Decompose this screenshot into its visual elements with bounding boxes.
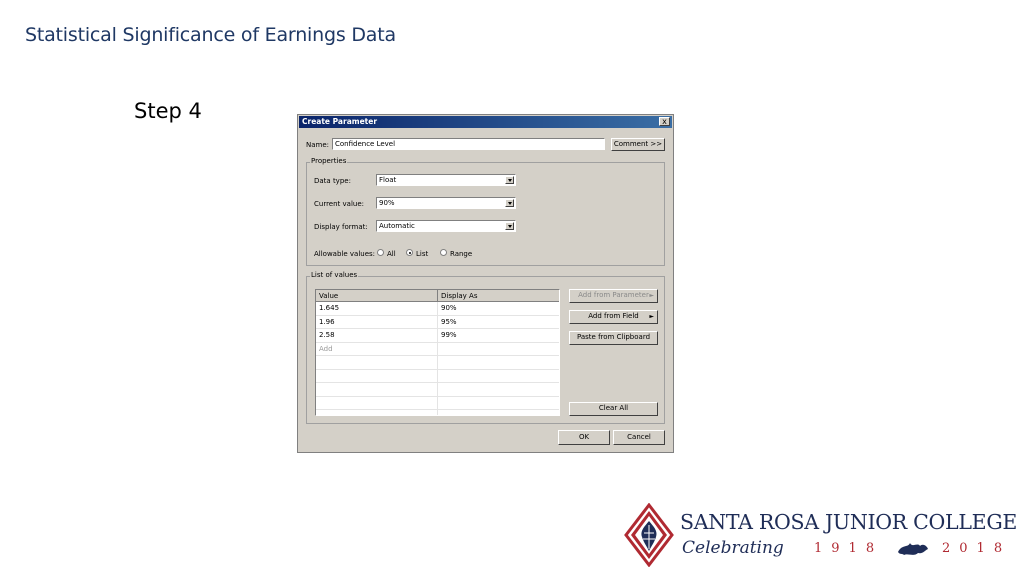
paste-from-clipboard-button[interactable]: Paste from Clipboard [569,331,658,345]
data-type-label: Data type: [314,177,351,185]
values-table[interactable]: Value Display As 1.645 90% 1.96 95% 2.58… [315,289,560,416]
close-icon: x [662,117,667,126]
comment-button[interactable]: Comment >> [611,138,665,151]
caret-right-icon: ► [649,292,654,299]
current-value-select[interactable]: 90% [376,197,516,209]
table-row-add[interactable]: Add [316,343,559,356]
year-end: 2018 [942,541,1012,556]
radio-list-label: List [416,250,429,258]
table-row[interactable]: 1.645 90% [316,302,559,316]
display-format-value: Automatic [379,222,415,230]
add-from-parameter-button[interactable]: Add from Parameter ► [569,289,658,303]
radio-all[interactable] [377,249,384,256]
celebrating-text: Celebrating [682,538,784,558]
oak-leaf-icon [898,543,928,555]
radio-list[interactable] [406,249,413,256]
cell-value: 1.96 [319,317,335,326]
table-header: Value Display As [316,290,559,302]
slide-title: Statistical Significance of Earnings Dat… [25,24,396,46]
cell-value: 1.645 [319,304,340,312]
close-button[interactable]: x [659,117,670,126]
data-type-select[interactable]: Float [376,174,516,186]
caret-right-icon: ► [649,313,654,320]
name-input[interactable]: Confidence Level [332,138,605,150]
cell-display: 90% [441,304,457,312]
ok-button[interactable]: OK [558,430,610,445]
add-from-parameter-label: Add from Parameter [578,291,649,299]
clear-all-button[interactable]: Clear All [569,402,658,416]
table-row-empty [316,356,559,370]
add-from-field-button[interactable]: Add from Field ► [569,310,658,324]
name-value: Confidence Level [335,140,396,148]
radio-all-label: All [387,250,396,258]
cell-display: 99% [441,331,457,339]
table-row[interactable]: 2.58 99% [316,329,559,343]
table-row-empty [316,383,559,397]
step-label: Step 4 [134,99,202,123]
cell-display: 95% [441,317,457,326]
chevron-down-icon[interactable] [505,199,514,207]
dialog-titlebar[interactable]: Create Parameter x [299,116,672,128]
table-row-empty [316,370,559,383]
allowable-values-label: Allowable values: [314,250,376,258]
column-header-value[interactable]: Value [316,290,438,302]
current-value: 90% [379,199,395,207]
table-row[interactable]: 1.96 95% [316,316,559,329]
name-label: Name: [306,141,330,149]
college-logo: SANTA ROSA JUNIOR COLLEGE Celebrating 19… [624,503,1018,569]
display-format-label: Display format: [314,223,368,231]
year-start: 1918 [814,541,884,556]
data-type-value: Float [379,176,397,184]
cell-value: 2.58 [319,331,335,339]
add-from-field-label: Add from Field [588,312,639,320]
radio-range[interactable] [440,249,447,256]
properties-group-label: Properties [310,157,348,165]
column-header-display-as[interactable]: Display As [438,290,559,302]
list-of-values-label: List of values [310,271,359,279]
table-row-empty [316,397,559,410]
dialog-title: Create Parameter [302,117,378,126]
college-name: SANTA ROSA JUNIOR COLLEGE [680,510,1018,534]
seal-icon [624,503,674,567]
current-value-label: Current value: [314,200,364,208]
chevron-down-icon[interactable] [505,222,514,230]
chevron-down-icon[interactable] [505,176,514,184]
create-parameter-dialog: Create Parameter x Name: Confidence Leve… [297,114,674,453]
display-format-select[interactable]: Automatic [376,220,516,232]
cancel-button[interactable]: Cancel [613,430,665,445]
radio-range-label: Range [450,250,473,258]
add-row-placeholder: Add [319,344,333,353]
